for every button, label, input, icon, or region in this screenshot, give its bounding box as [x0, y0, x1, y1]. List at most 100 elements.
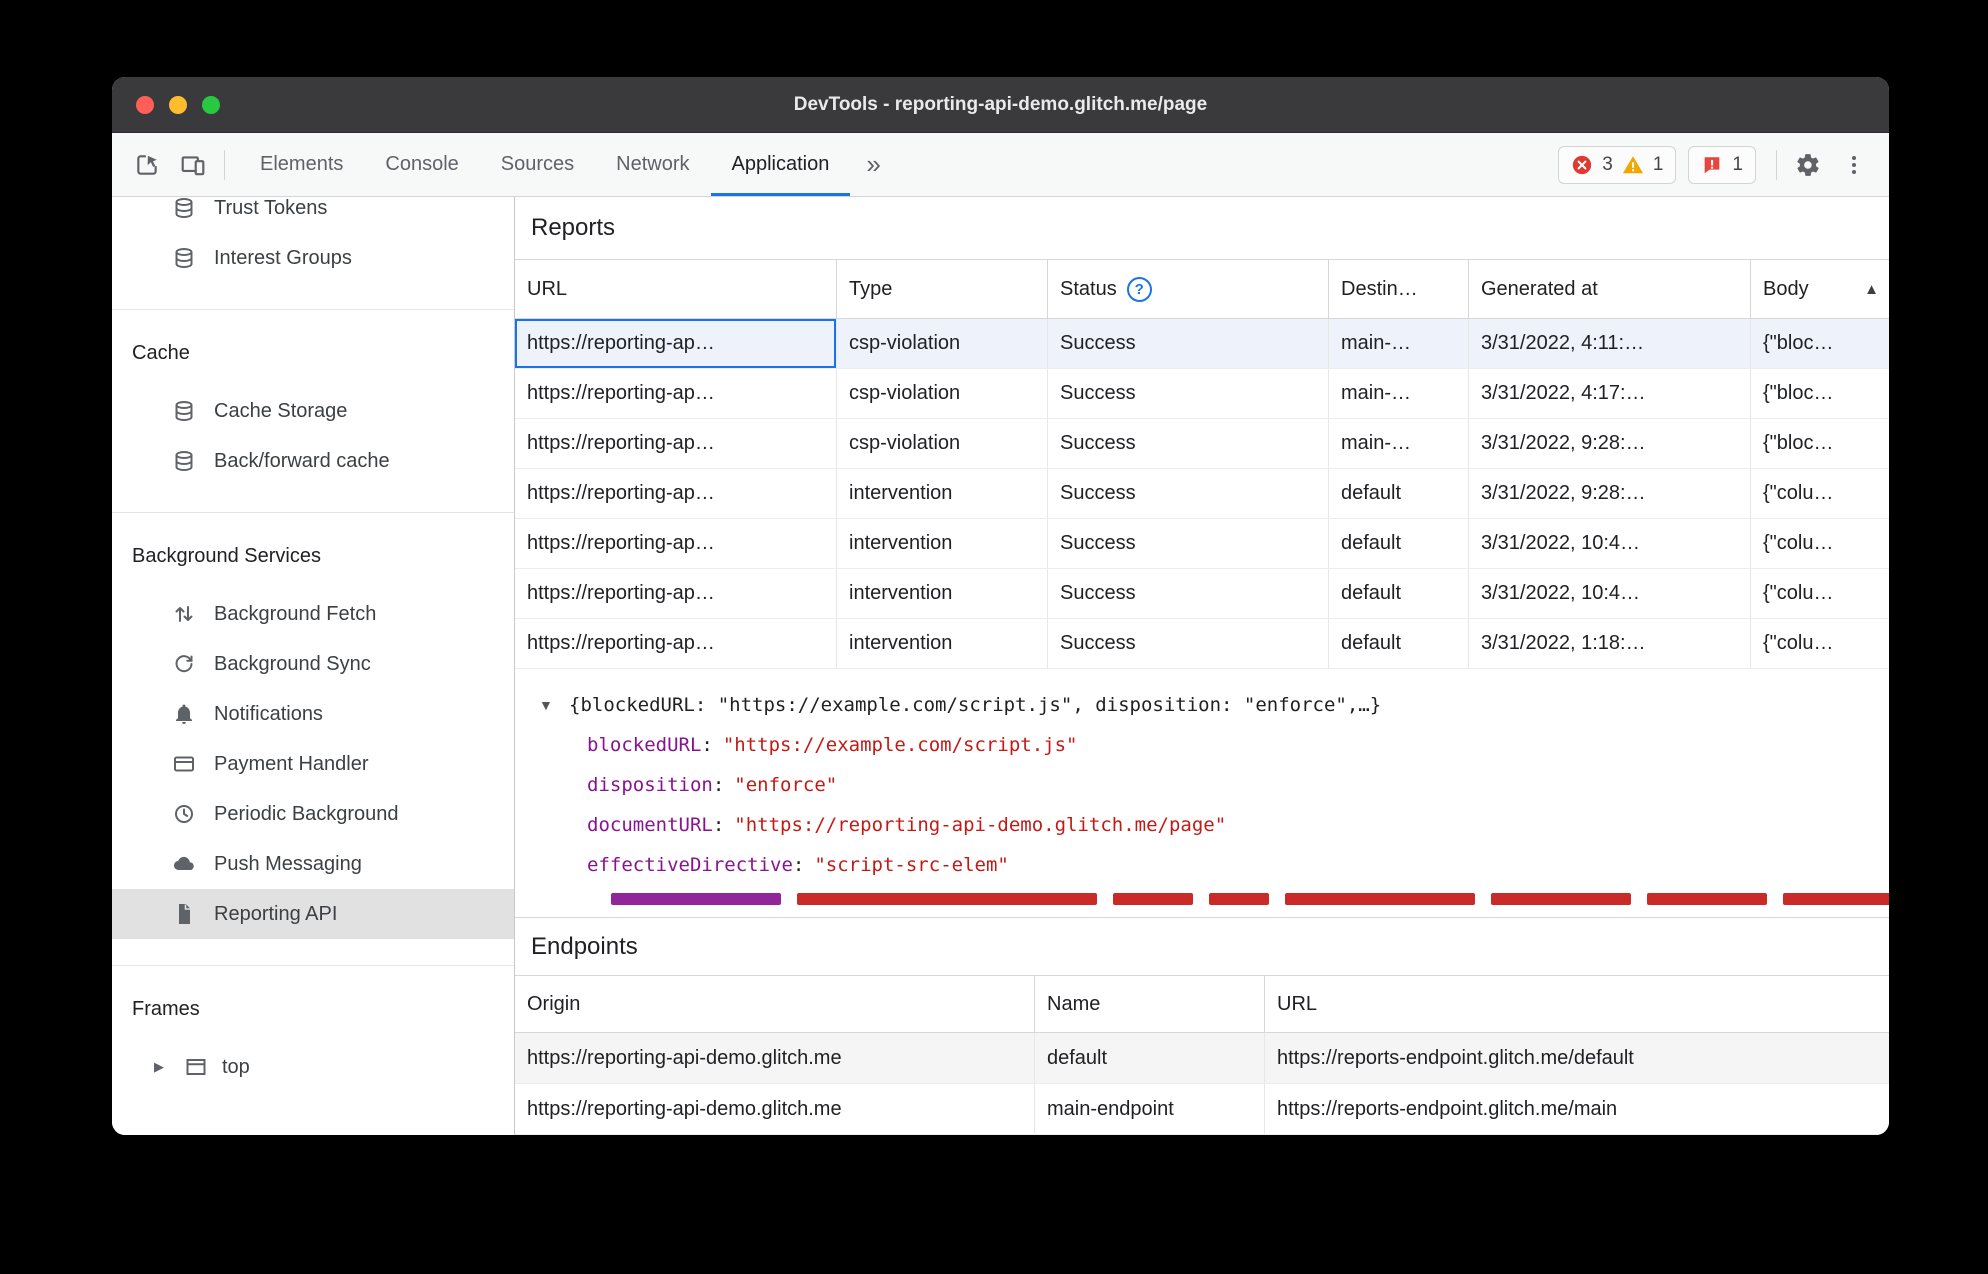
column-header-origin[interactable]: Origin [515, 976, 1035, 1032]
json-property: effectiveDirective"script-src-elem" [539, 845, 1889, 885]
notifications-bell-icon [172, 702, 196, 726]
json-property: blockedURL"https://example.com/script.js… [539, 725, 1889, 765]
report-url-cell[interactable]: https://reporting-ap… [515, 319, 837, 368]
sidebar-item-trust-tokens[interactable]: Trust Tokens [112, 197, 514, 233]
close-window-icon[interactable] [136, 95, 154, 114]
report-type-cell: csp-violation [837, 319, 1048, 368]
report-destination-cell: default [1329, 619, 1469, 668]
endpoint-origin-cell: https://reporting-api-demo.glitch.me [515, 1033, 1035, 1083]
tab-elements[interactable]: Elements [239, 133, 364, 196]
issues-icon [1701, 154, 1723, 176]
sidebar-item-interest-groups[interactable]: Interest Groups [112, 233, 514, 283]
expand-arrow-icon[interactable]: ▶ [154, 1059, 170, 1075]
report-row[interactable]: https://reporting-ap… csp-violation Succ… [515, 319, 1889, 369]
sidebar-item-label: Background Sync [214, 652, 371, 675]
payment-card-icon [172, 752, 196, 776]
endpoint-row[interactable]: https://reporting-api-demo.glitch.me def… [515, 1033, 1889, 1084]
database-icon [172, 399, 196, 423]
report-status-cell: Success [1048, 469, 1329, 518]
report-row[interactable]: https://reporting-ap… csp-violation Succ… [515, 369, 1889, 419]
zoom-window-icon[interactable] [202, 95, 220, 114]
report-row[interactable]: https://reporting-ap… intervention Succe… [515, 469, 1889, 519]
settings-gear-icon [1795, 152, 1821, 178]
sidebar-item-cache-storage[interactable]: Cache Storage [112, 386, 514, 436]
column-header-url[interactable]: URL [515, 260, 837, 318]
report-status-cell: Success [1048, 319, 1329, 368]
sidebar-item-back-forward-cache[interactable]: Back/forward cache [112, 436, 514, 486]
report-type-cell: intervention [837, 519, 1048, 568]
cloud-icon [172, 852, 196, 876]
report-row[interactable]: https://reporting-ap… intervention Succe… [515, 519, 1889, 569]
report-destination-cell: default [1329, 469, 1469, 518]
column-header-endpoint-url[interactable]: URL [1265, 976, 1889, 1032]
sidebar-item-top-frame[interactable]: ▶ top [112, 1042, 514, 1092]
endpoint-row[interactable]: https://reporting-api-demo.glitch.me mai… [515, 1084, 1889, 1135]
tab-sources[interactable]: Sources [480, 133, 595, 196]
json-property-value: "https://example.com/script.js" [722, 734, 1078, 756]
error-icon [1571, 154, 1593, 176]
status-header-label: Status [1060, 277, 1117, 300]
sidebar-item-label: Back/forward cache [214, 449, 390, 472]
reporting-api-view: Reports URL Type Status ? Destin… Genera… [515, 197, 1889, 1135]
endpoint-origin-cell: https://reporting-api-demo.glitch.me [515, 1084, 1035, 1134]
status-help-icon[interactable]: ? [1126, 276, 1152, 302]
toolbar-divider [1776, 149, 1777, 180]
more-tabs-icon[interactable]: » [850, 133, 896, 196]
report-type-cell: intervention [837, 619, 1048, 668]
sidebar-item-notifications[interactable]: Notifications [112, 689, 514, 739]
json-property-key: documentURL [587, 814, 734, 836]
column-header-body[interactable]: Body ▲ [1751, 260, 1889, 318]
report-destination-cell: default [1329, 569, 1469, 618]
column-header-generated-at[interactable]: Generated at [1469, 260, 1751, 318]
tab-console[interactable]: Console [364, 133, 479, 196]
report-generated-cell: 3/31/2022, 9:28:… [1469, 419, 1751, 468]
endpoint-url-cell: https://reports-endpoint.glitch.me/main [1277, 1097, 1618, 1120]
frame-icon [184, 1055, 208, 1079]
report-generated-cell: 3/31/2022, 10:4… [1469, 569, 1751, 618]
disclosure-triangle-icon[interactable]: ▼ [539, 697, 569, 713]
json-property-value: "enforce" [734, 774, 838, 796]
issues-badge[interactable]: 1 [1688, 145, 1756, 184]
tab-network[interactable]: Network [595, 133, 710, 196]
column-header-type[interactable]: Type [837, 260, 1048, 318]
endpoints-section-title: Endpoints [515, 917, 1889, 975]
sidebar-item-payment-handler[interactable]: Payment Handler [112, 739, 514, 789]
report-generated-cell: 3/31/2022, 4:11:… [1469, 319, 1751, 368]
report-body-cell: {"colu… [1763, 482, 1834, 504]
reports-table-header: URL Type Status ? Destin… Generated at B… [515, 259, 1889, 319]
tab-application[interactable]: Application [711, 133, 851, 196]
json-property: disposition"enforce" [539, 765, 1889, 805]
devtools-window: DevTools - reporting-api-demo.glitch.me/… [112, 77, 1889, 1135]
sidebar-item-periodic-background-sync[interactable]: Periodic Background [112, 789, 514, 839]
report-row[interactable]: https://reporting-ap… intervention Succe… [515, 569, 1889, 619]
sidebar-item-label: Reporting API [214, 902, 338, 925]
json-property-value: "script-src-elem" [814, 854, 1009, 876]
inspect-element-button[interactable] [124, 142, 170, 188]
toolbar-divider [224, 149, 225, 180]
settings-button[interactable] [1785, 142, 1831, 188]
report-body-cell: {"colu… [1763, 632, 1834, 654]
sidebar-item-background-fetch[interactable]: Background Fetch [112, 589, 514, 639]
json-property: documentURL"https://reporting-api-demo.g… [539, 805, 1889, 845]
inspect-cursor-icon [134, 152, 160, 178]
minimize-window-icon[interactable] [169, 95, 187, 114]
report-row[interactable]: https://reporting-ap… csp-violation Succ… [515, 419, 1889, 469]
sidebar-item-background-sync[interactable]: Background Sync [112, 639, 514, 689]
more-options-button[interactable] [1831, 142, 1877, 188]
warning-icon [1622, 154, 1644, 176]
sidebar-item-push-messaging[interactable]: Push Messaging [112, 839, 514, 889]
background-fetch-icon [172, 602, 196, 626]
report-url-cell: https://reporting-ap… [515, 469, 837, 518]
report-generated-cell: 3/31/2022, 9:28:… [1469, 469, 1751, 518]
report-row[interactable]: https://reporting-ap… intervention Succe… [515, 619, 1889, 669]
console-summary-badge[interactable]: 3 1 [1558, 145, 1677, 184]
column-header-status[interactable]: Status ? [1048, 260, 1329, 318]
clipped-json-line [611, 893, 1889, 905]
device-toolbar-button[interactable] [170, 142, 216, 188]
sidebar-item-label: Notifications [214, 702, 323, 725]
column-header-destination[interactable]: Destin… [1329, 260, 1469, 318]
window-controls [136, 77, 220, 132]
report-type-cell: csp-violation [837, 419, 1048, 468]
column-header-name[interactable]: Name [1035, 976, 1265, 1032]
sidebar-item-reporting-api[interactable]: Reporting API [112, 889, 514, 939]
